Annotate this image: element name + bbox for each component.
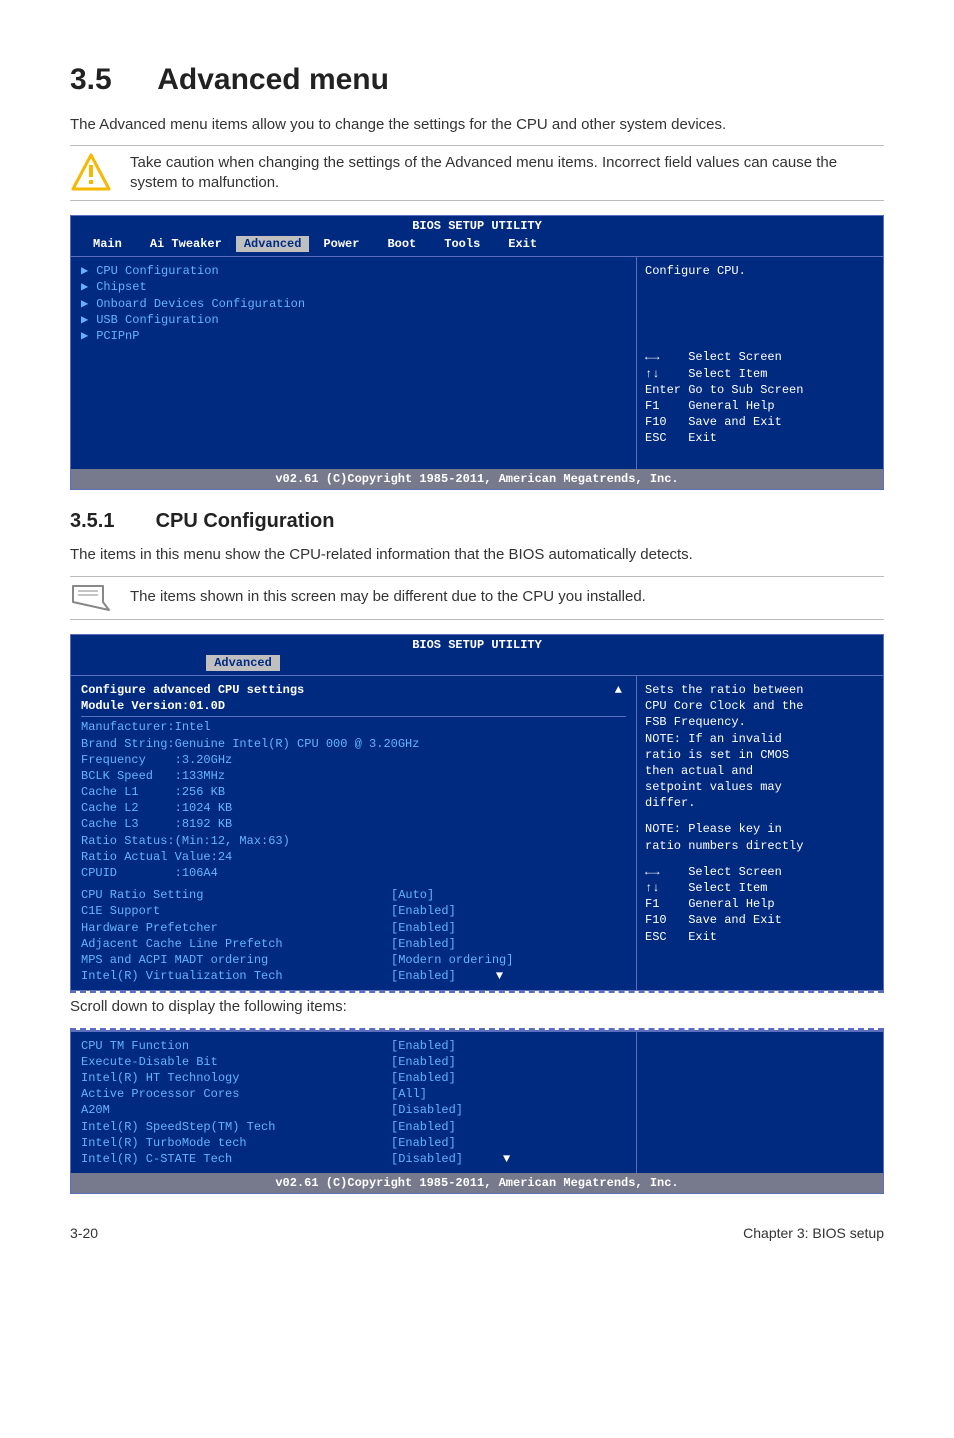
caution-text: Take caution when changing the settings … [130,153,884,194]
subsection-title: 3.5.1 CPU Configuration [70,508,884,535]
info-line: Brand String:Genuine Intel(R) CPU 000 @ … [81,736,626,752]
note-icon [70,583,112,613]
bios-footer: v02.61 (C)Copyright 1985-2011, American … [71,469,883,489]
help-line: differ. [645,795,875,811]
cpu-hdr1: Configure advanced CPU settings [81,682,626,698]
bios-title: BIOS SETUP UTILITY [71,216,883,234]
menu-exit[interactable]: Exit [494,236,551,252]
info-line: Frequency :3.20GHz [81,752,626,768]
help-line [645,811,875,821]
setting-row[interactable]: C1E Support[Enabled] [81,903,626,919]
setting-row[interactable]: CPU TM Function[Enabled] [81,1038,626,1054]
setting-row[interactable]: Intel(R) HT Technology[Enabled] [81,1070,626,1086]
nav-line: F1 General Help [645,398,875,414]
scroll-up-icon[interactable]: ▲ [615,682,622,698]
setting-row[interactable]: MPS and ACPI MADT ordering[Modern orderi… [81,952,626,968]
info-line: Cache L3 :8192 KB [81,816,626,832]
page-number: 3-20 [70,1224,98,1243]
setting-row[interactable]: Active Processor Cores[All] [81,1086,626,1102]
bios-menubar: . Advanced [71,653,883,675]
nav-line: F1 General Help [645,896,875,912]
nav-line: ←→ Select Screen [645,864,875,880]
section-heading: Advanced menu [157,63,389,96]
help-line: ratio is set in CMOS [645,747,875,763]
setting-row[interactable]: Intel(R) TurboMode tech[Enabled] [81,1135,626,1151]
bios-screen-cpu-continued: CPU TM Function[Enabled] Execute-Disable… [70,1030,884,1195]
setting-row[interactable]: Intel(R) SpeedStep(TM) Tech[Enabled] [81,1119,626,1135]
nav-line: ↑↓ Select Item [645,366,875,382]
info-line: Ratio Status:(Min:12, Max:63) [81,833,626,849]
bios-screen-advanced: BIOS SETUP UTILITY Main Ai Tweaker Advan… [70,215,884,491]
nav-line: Enter Go to Sub Screen [645,382,875,398]
section-intro: The Advanced menu items allow you to cha… [70,115,884,135]
subsection-intro: The items in this menu show the CPU-rela… [70,545,884,565]
menu-tools[interactable]: Tools [430,236,494,252]
setting-row[interactable]: Adjacent Cache Line Prefetch[Enabled] [81,936,626,952]
help-line: ratio numbers directly [645,838,875,854]
nav-line: ↑↓ Select Item [645,880,875,896]
note-box: The items shown in this screen may be di… [70,576,884,620]
bios-item-pcipnp[interactable]: ▶PCIPnP [81,328,626,344]
bios-item-chipset[interactable]: ▶Chipset [81,279,626,295]
chapter-label: Chapter 3: BIOS setup [743,1224,884,1243]
help-line: NOTE: If an invalid [645,731,875,747]
bios-screen-cpu: BIOS SETUP UTILITY . Advanced ▲ Configur… [70,634,884,992]
bios-item-cpu[interactable]: ▶CPU Configuration [81,263,626,279]
bios-nav: ←→ Select Screen ↑↓ Select Item F1 Gener… [645,864,875,945]
help-line: setpoint values may [645,779,875,795]
cpu-hdr2: Module Version:01.0D [81,698,626,717]
scroll-caption: Scroll down to display the following ite… [70,997,884,1017]
bios-nav: ←→ Select Screen ↑↓ Select Item Enter Go… [645,349,875,446]
help-line: then actual and [645,763,875,779]
setting-row[interactable]: Intel(R) C-STATE Tech[Disabled]▼ [81,1151,626,1167]
help-line: CPU Core Clock and the [645,698,875,714]
subsection-number: 3.5.1 [70,508,150,535]
section-number: 3.5 [70,60,150,101]
nav-line: ←→ Select Screen [645,349,875,365]
nav-line: F10 Save and Exit [645,912,875,928]
help-line: Sets the ratio between [645,682,875,698]
info-line: Cache L2 :1024 KB [81,800,626,816]
info-line: Cache L1 :256 KB [81,784,626,800]
bios-item-onboard[interactable]: ▶Onboard Devices Configuration [81,296,626,312]
bios-title: BIOS SETUP UTILITY [71,635,883,653]
help-line: NOTE: Please key in [645,821,875,837]
menu-main[interactable]: Main [79,236,136,252]
nav-line: ESC Exit [645,430,875,446]
menu-ai-tweaker[interactable]: Ai Tweaker [136,236,236,252]
setting-row[interactable]: Intel(R) Virtualization Tech[Enabled]▼ [81,968,626,984]
menu-boot[interactable]: Boot [373,236,430,252]
setting-row[interactable]: Hardware Prefetcher[Enabled] [81,920,626,936]
info-line: Manufacturer:Intel [81,719,626,735]
subsection-heading: CPU Configuration [156,510,335,532]
scroll-down-icon[interactable]: ▼ [496,968,503,984]
bios-item-usb[interactable]: ▶USB Configuration [81,312,626,328]
bios-menubar: Main Ai Tweaker Advanced Power Boot Tool… [71,234,883,256]
nav-line: F10 Save and Exit [645,414,875,430]
page-footer: 3-20 Chapter 3: BIOS setup [70,1224,884,1243]
info-line: Ratio Actual Value:24 [81,849,626,865]
scroll-down-icon[interactable]: ▼ [503,1151,510,1167]
info-line: CPUID :106A4 [81,865,626,881]
tear-line [70,991,884,993]
warning-icon [70,152,112,194]
nav-line: ESC Exit [645,929,875,945]
info-line: BCLK Speed :133MHz [81,768,626,784]
page-title: 3.5 Advanced menu [70,60,884,101]
bios-help: Configure CPU. [645,263,875,279]
caution-box: Take caution when changing the settings … [70,145,884,201]
menu-advanced[interactable]: Advanced [236,236,310,252]
menu-power[interactable]: Power [309,236,373,252]
setting-row[interactable]: A20M[Disabled] [81,1102,626,1118]
note-text: The items shown in this screen may be di… [130,587,646,607]
bios-footer: v02.61 (C)Copyright 1985-2011, American … [71,1173,883,1193]
menu-advanced[interactable]: Advanced [206,655,280,671]
setting-row[interactable]: CPU Ratio Setting[Auto] [81,887,626,903]
setting-row[interactable]: Execute-Disable Bit[Enabled] [81,1054,626,1070]
help-line: FSB Frequency. [645,714,875,730]
